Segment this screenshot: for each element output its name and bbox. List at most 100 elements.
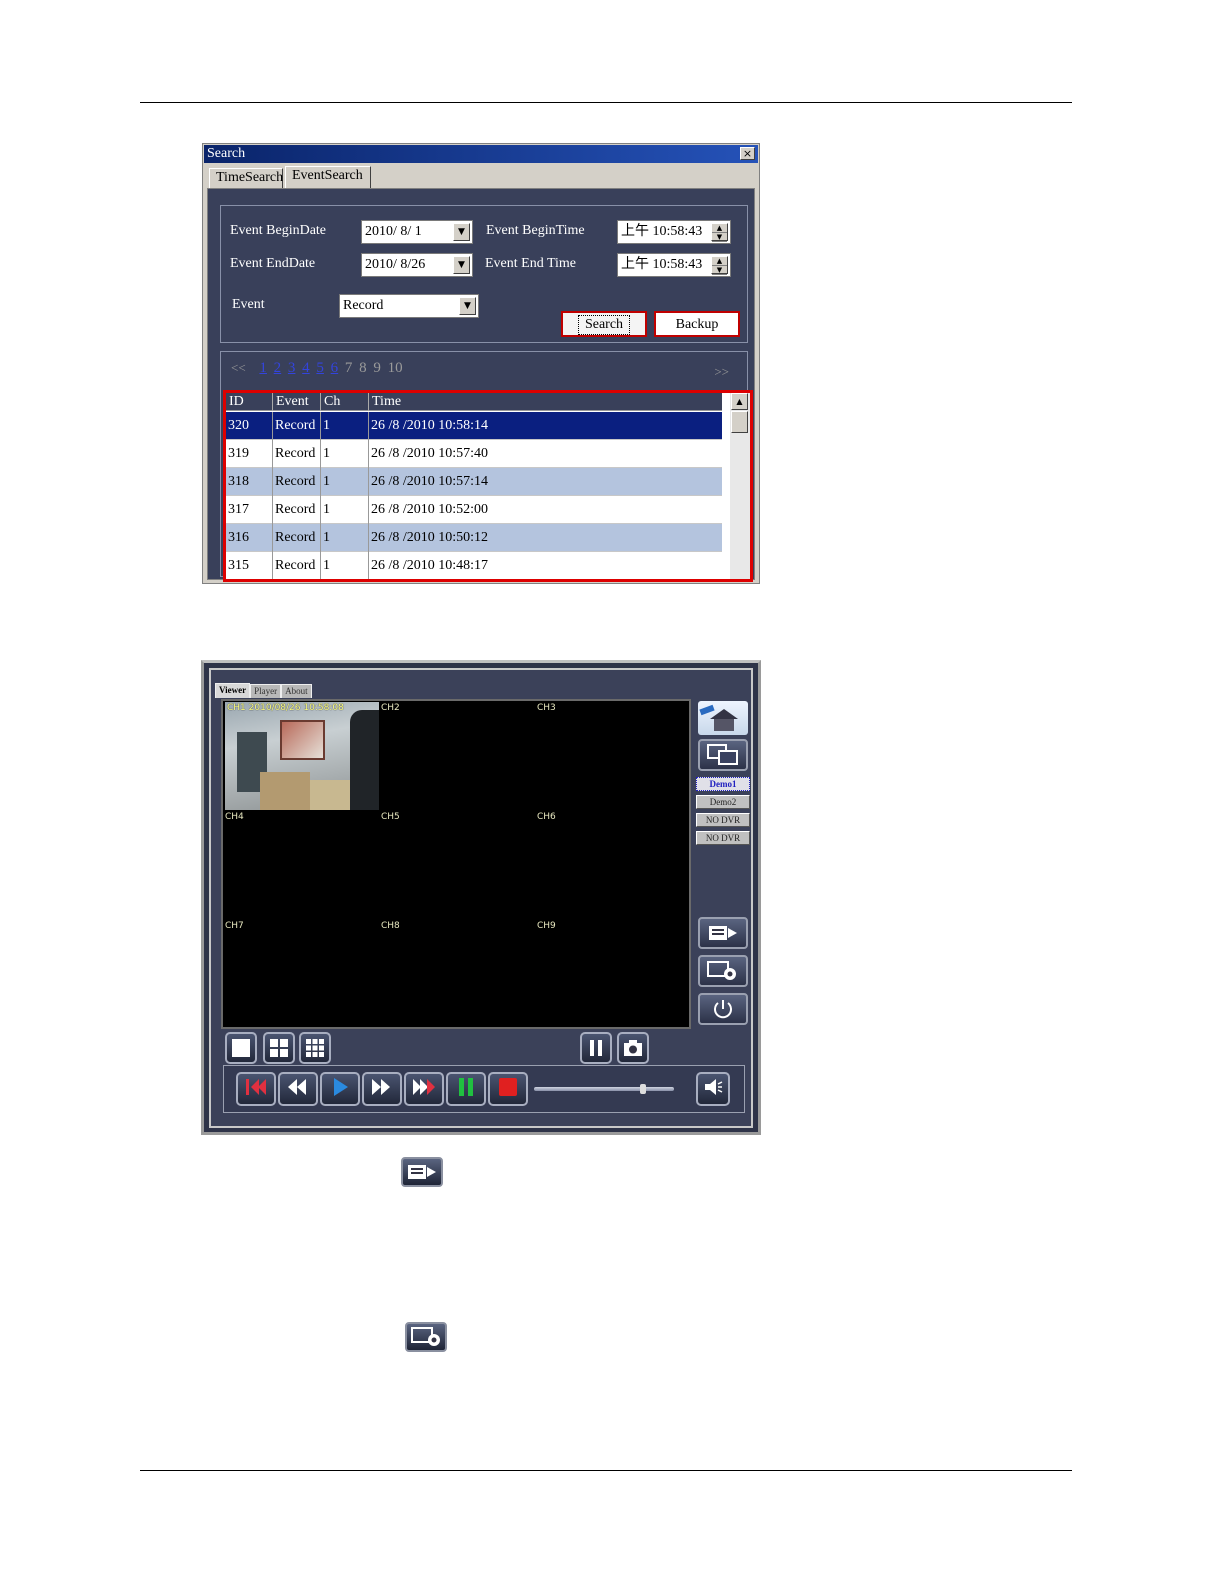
dvr-item-empty[interactable]: NO DVR xyxy=(696,813,750,827)
cell-event: Record xyxy=(272,524,320,552)
fastest-forward-button[interactable] xyxy=(404,1072,444,1106)
end-time-label: Event End Time xyxy=(485,256,577,271)
dropdown-arrow-icon[interactable]: ▼ xyxy=(459,297,476,315)
cell-event: Record xyxy=(272,468,320,496)
channel-cell-7[interactable]: CH7 xyxy=(223,919,379,1028)
monitor-gear-icon xyxy=(700,957,746,985)
search-playback-button[interactable] xyxy=(698,917,748,949)
table-row[interactable]: 315 Record 1 26 /8 /2010 10:48:17 xyxy=(226,552,722,579)
cell-event: Record xyxy=(272,440,320,468)
viewer-panel: Viewer Player About CH1 2010/08/26 10:58:0… xyxy=(209,668,753,1128)
channel-cell-6[interactable]: CH6 xyxy=(535,810,691,919)
tab-timesearch[interactable]: TimeSearch xyxy=(209,168,283,188)
tab-about[interactable]: About xyxy=(281,684,312,698)
pager-next[interactable]: >> xyxy=(714,364,729,380)
play-button[interactable] xyxy=(320,1072,360,1106)
speaker-icon xyxy=(702,1076,724,1102)
settings-button[interactable] xyxy=(698,955,748,987)
cell-time: 26 /8 /2010 10:52:00 xyxy=(368,496,722,524)
channel-cell-9[interactable]: CH9 xyxy=(535,919,691,1028)
pause-live-button[interactable] xyxy=(580,1032,612,1064)
channel-cell-4[interactable]: CH4 xyxy=(223,810,379,919)
table-row[interactable]: 318 Record 1 26 /8 /2010 10:57:14 xyxy=(226,468,722,496)
event-type-select[interactable]: Record ▼ xyxy=(339,294,479,318)
channel-cell-1[interactable]: CH1 2010/08/26 10:58:08 xyxy=(223,701,379,810)
channel-label: CH4 xyxy=(225,812,244,822)
channel-cell-3[interactable]: CH3 xyxy=(535,701,691,810)
camera-grid: CH1 2010/08/26 10:58:08 CH2 CH3 CH4 CH5 … xyxy=(221,699,691,1029)
dvr-item-empty[interactable]: NO DVR xyxy=(696,831,750,845)
pager-page-3[interactable]: 3 xyxy=(288,360,296,377)
table-row[interactable]: 320 Record 1 26 /8 /2010 10:58:14 xyxy=(226,412,722,440)
pager-page-1[interactable]: 1 xyxy=(259,360,267,377)
spinner-arrows-icon[interactable]: ▲ ▼ xyxy=(711,223,728,242)
pagination: << 1 2 3 4 5 6 7 8 9 10 xyxy=(231,360,406,380)
pause-playback-button[interactable] xyxy=(446,1072,486,1106)
column-header-ch[interactable]: Ch xyxy=(320,393,368,411)
stop-button[interactable] xyxy=(488,1072,528,1106)
channel-cell-8[interactable]: CH8 xyxy=(379,919,535,1028)
layout-2x2-button[interactable] xyxy=(263,1032,295,1064)
monitors-icon xyxy=(700,741,746,769)
cell-id: 320 xyxy=(228,418,249,433)
table-row[interactable]: 319 Record 1 26 /8 /2010 10:57:40 xyxy=(226,440,722,468)
layout-3x3-button[interactable] xyxy=(299,1032,331,1064)
tab-player[interactable]: Player xyxy=(250,684,282,698)
column-header-time[interactable]: Time xyxy=(368,393,722,411)
fast-rewind-icon xyxy=(242,1076,270,1102)
pager-page-2[interactable]: 2 xyxy=(274,360,282,377)
end-date-value: 2010/ 8/26 xyxy=(365,257,426,272)
begin-date-label: Event BeginDate xyxy=(230,223,327,238)
event-type-value: Record xyxy=(343,298,384,313)
pager-prev[interactable]: << xyxy=(231,360,246,376)
column-header-id[interactable]: ID xyxy=(226,393,272,411)
tab-viewer[interactable]: Viewer xyxy=(215,683,251,698)
scroll-up-icon[interactable]: ▲ xyxy=(731,393,748,410)
pager-page-5[interactable]: 5 xyxy=(316,360,324,377)
search-button[interactable]: Search xyxy=(561,311,647,337)
close-button[interactable]: × xyxy=(740,147,755,160)
slider-knob[interactable] xyxy=(640,1084,646,1094)
pager-page-6[interactable]: 6 xyxy=(331,360,339,377)
end-time-spinner[interactable]: 上午 10:58:43 ▲ ▼ xyxy=(617,253,731,277)
dvr-connect-button[interactable] xyxy=(698,739,748,771)
fast-forward-button[interactable] xyxy=(362,1072,402,1106)
cell-id: 317 xyxy=(228,502,249,517)
dropdown-arrow-icon[interactable]: ▼ xyxy=(453,256,470,274)
quad-view-icon xyxy=(265,1034,293,1062)
rewind-icon xyxy=(284,1076,312,1102)
column-header-event[interactable]: Event xyxy=(272,393,320,411)
snapshot-button[interactable] xyxy=(617,1032,649,1064)
playback-slider[interactable] xyxy=(534,1084,674,1094)
tab-eventsearch[interactable]: EventSearch xyxy=(285,166,371,188)
spinner-arrows-icon[interactable]: ▲ ▼ xyxy=(711,256,728,275)
dropdown-arrow-icon[interactable]: ▼ xyxy=(453,223,470,241)
single-view-icon xyxy=(227,1034,255,1062)
end-date-picker[interactable]: 2010/ 8/26 ▼ xyxy=(361,253,473,277)
cell-time: 26 /8 /2010 10:57:14 xyxy=(368,468,722,496)
scroll-thumb[interactable] xyxy=(731,411,748,433)
begin-date-picker[interactable]: 2010/ 8/ 1 ▼ xyxy=(361,220,473,244)
layout-1x1-button[interactable] xyxy=(225,1032,257,1064)
table-row[interactable]: 317 Record 1 26 /8 /2010 10:52:00 xyxy=(226,496,722,524)
backup-button[interactable]: Backup xyxy=(654,311,740,337)
begin-time-spinner[interactable]: 上午 10:58:43 ▲ ▼ xyxy=(617,220,731,244)
event-search-panel: Event BeginDate 2010/ 8/ 1 ▼ Event Begin… xyxy=(207,188,755,582)
begin-time-label: Event BeginTime xyxy=(486,223,585,238)
channel-label: CH5 xyxy=(381,812,400,822)
app-logo xyxy=(698,701,748,735)
dvr-item-demo1[interactable]: Demo1 xyxy=(696,777,750,791)
power-button[interactable] xyxy=(698,993,748,1025)
stop-icon xyxy=(497,1076,519,1102)
volume-button[interactable] xyxy=(696,1072,730,1106)
cell-ch: 1 xyxy=(320,468,368,496)
vertical-scrollbar[interactable]: ▲ xyxy=(730,393,750,579)
rewind-button[interactable] xyxy=(278,1072,318,1106)
dvr-item-demo2[interactable]: Demo2 xyxy=(696,795,750,809)
cell-ch: 1 xyxy=(320,496,368,524)
channel-cell-2[interactable]: CH2 xyxy=(379,701,535,810)
table-row[interactable]: 316 Record 1 26 /8 /2010 10:50:12 xyxy=(226,524,722,552)
channel-cell-5[interactable]: CH5 xyxy=(379,810,535,919)
fast-rewind-button[interactable] xyxy=(236,1072,276,1106)
pager-page-4[interactable]: 4 xyxy=(302,360,310,377)
